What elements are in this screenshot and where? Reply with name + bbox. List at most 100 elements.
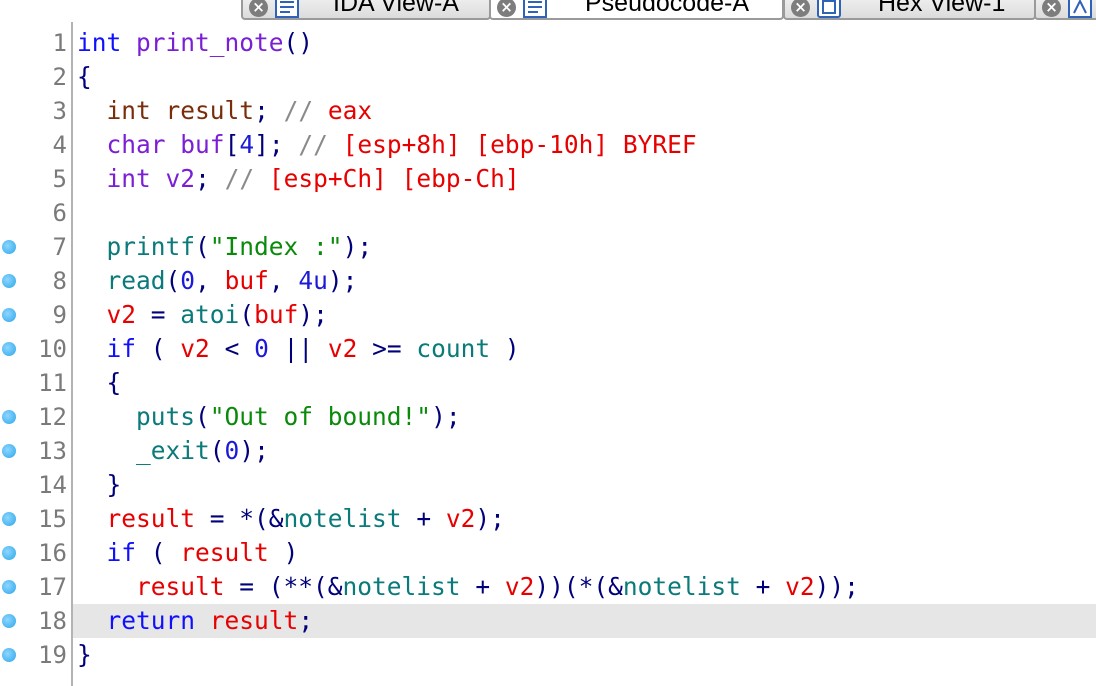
code-token: 4u <box>298 266 328 295</box>
code-text[interactable]: int result; // eax <box>77 94 373 128</box>
code-text[interactable]: printf("Index :"); <box>77 230 373 264</box>
close-icon[interactable]: × <box>791 0 810 17</box>
line-number: 11 <box>38 369 67 397</box>
tab-ida-view-a[interactable]: × IDA View-A <box>241 0 491 20</box>
current-code-line[interactable]: 18 return result; <box>0 604 1096 638</box>
code-token: } <box>77 470 122 499</box>
code-text[interactable]: _exit(0); <box>77 434 269 468</box>
code-text[interactable]: v2 = atoi(buf); <box>77 298 328 332</box>
line-number: 8 <box>52 267 67 295</box>
code-line[interactable]: 17 result = (**(&notelist + v2))(*(&note… <box>0 570 1096 604</box>
code-token: 4 <box>239 130 255 159</box>
code-token: int <box>106 164 151 193</box>
code-token: ); <box>342 232 373 261</box>
code-token: ) <box>490 334 520 363</box>
code-token: result <box>106 504 196 533</box>
code-token: if <box>106 334 137 363</box>
code-token: [ <box>224 130 240 159</box>
code-line[interactable]: 15 result = *(&notelist + v2); <box>0 502 1096 536</box>
structures-icon <box>1068 0 1092 18</box>
code-token: v2 <box>445 504 476 533</box>
code-text[interactable]: { <box>77 366 122 400</box>
code-token: ]; <box>254 130 299 159</box>
line-number: 18 <box>38 607 67 635</box>
line-number: 4 <box>52 131 67 159</box>
code-token: char <box>106 130 166 159</box>
code-line-background <box>73 468 1096 502</box>
code-token: < <box>209 334 255 363</box>
code-line[interactable]: 16 if ( result ) <box>0 536 1096 570</box>
code-token: v2 <box>785 572 815 601</box>
line-number: 17 <box>38 573 67 601</box>
code-token: v2 <box>327 334 358 363</box>
code-token: ( <box>209 436 225 465</box>
tab-pseudocode-a[interactable]: × Pseudocode-A <box>489 0 784 20</box>
code-line[interactable]: 13 _exit(0); <box>0 434 1096 468</box>
close-icon[interactable]: × <box>249 0 268 17</box>
code-line[interactable]: 5 int v2; // [esp+Ch] [ebp-Ch] <box>0 162 1096 196</box>
code-text[interactable]: { <box>77 60 92 94</box>
code-token: () <box>283 28 314 57</box>
code-text[interactable]: puts("Out of bound!"); <box>77 400 461 434</box>
code-token: = (**(& <box>224 572 343 601</box>
code-line[interactable]: 19} <box>0 638 1096 672</box>
code-line[interactable]: 11 { <box>0 366 1096 400</box>
code-text[interactable]: int print_note() <box>77 26 313 60</box>
code-token: [esp+8h] [ebp-10h] BYREF <box>342 130 697 159</box>
code-token: int <box>106 96 151 125</box>
code-text[interactable]: return result; <box>77 604 314 638</box>
code-line[interactable]: 3 int result; // eax <box>0 94 1096 128</box>
tab-structures[interactable]: × <box>1034 0 1096 20</box>
code-text[interactable]: } <box>77 638 92 672</box>
tab-label: IDA View-A <box>333 0 459 17</box>
code-token: return <box>106 606 196 635</box>
tab-hex-view-1[interactable]: × Hex View-1 <box>783 0 1036 20</box>
code-text[interactable]: result = (**(&notelist + v2))(*(&notelis… <box>77 570 859 604</box>
close-icon[interactable]: × <box>1042 0 1061 17</box>
hex-icon <box>817 0 841 18</box>
code-line[interactable]: 9 v2 = atoi(buf); <box>0 298 1096 332</box>
code-line[interactable]: 8 read(0, buf, 4u); <box>0 264 1096 298</box>
code-line-background <box>73 366 1096 400</box>
code-text[interactable]: if ( v2 < 0 || v2 >= count ) <box>77 332 520 366</box>
code-token: ( <box>195 232 210 261</box>
code-text[interactable]: char buf[4]; // [esp+8h] [ebp-10h] BYREF <box>77 128 697 162</box>
code-token: v2 <box>504 572 535 601</box>
pseudocode-editor[interactable]: 1 int print_note() 2{3 int result; // eax 4… <box>0 22 1096 686</box>
code-line-background <box>73 638 1096 672</box>
code-token: } <box>77 640 92 669</box>
code-text[interactable]: if ( result ) <box>77 536 299 570</box>
code-line[interactable]: 2{ <box>0 60 1096 94</box>
code-line[interactable]: 6 <box>0 196 1096 230</box>
code-token: [esp+Ch] [ebp-Ch] <box>268 164 520 193</box>
code-token: "Out of bound!" <box>209 402 432 431</box>
line-number: 6 <box>52 199 67 227</box>
code-token: result <box>165 96 255 125</box>
code-text[interactable]: int v2; // [esp+Ch] [ebp-Ch] <box>77 162 520 196</box>
code-line-background <box>73 196 1096 230</box>
code-line[interactable]: 4 char buf[4]; // [esp+8h] [ebp-10h] BYR… <box>0 128 1096 162</box>
code-token: ( <box>239 300 255 329</box>
code-line[interactable]: 1 int print_note() <box>0 26 1096 60</box>
code-line[interactable]: 7 printf("Index :"); <box>0 230 1096 264</box>
code-token: { <box>77 62 92 91</box>
listing-icon <box>275 0 299 18</box>
code-line[interactable]: 10 if ( v2 < 0 || v2 >= count ) <box>0 332 1096 366</box>
close-icon[interactable]: × <box>497 0 516 17</box>
code-token: 0 <box>254 334 269 363</box>
line-number: 12 <box>38 403 67 431</box>
code-token: ( <box>136 538 181 567</box>
line-number: 3 <box>52 97 67 125</box>
code-line[interactable]: 12 puts("Out of bound!"); <box>0 400 1096 434</box>
code-line[interactable]: 14 } <box>0 468 1096 502</box>
code-text[interactable]: result = *(&notelist + v2); <box>77 502 505 536</box>
code-text[interactable]: } <box>77 468 122 502</box>
code-text[interactable]: read(0, buf, 4u); <box>77 264 358 298</box>
